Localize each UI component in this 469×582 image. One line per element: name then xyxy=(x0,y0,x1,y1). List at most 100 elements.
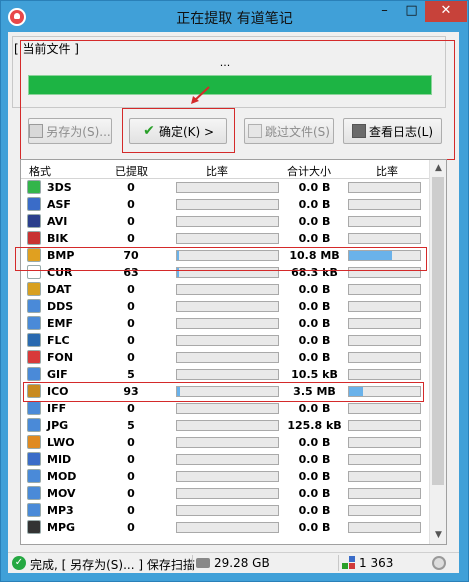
mod-icon xyxy=(27,469,41,483)
total-size: 0.0 B xyxy=(298,402,331,415)
table-row[interactable]: 3DS 0 0.0 B xyxy=(21,179,429,196)
mp3-icon xyxy=(27,503,41,517)
format-name: DDS xyxy=(47,300,74,313)
count-ratio-bar xyxy=(176,301,279,312)
format-name: MPG xyxy=(47,521,76,534)
table-row[interactable]: FLC 0 0.0 B xyxy=(21,332,429,349)
size-ratio-bar xyxy=(348,335,421,346)
view-log-label: 查看日志(L) xyxy=(368,124,434,139)
table-row[interactable]: FON 0 0.0 B xyxy=(21,349,429,366)
format-name: ASF xyxy=(47,198,71,211)
table-row[interactable]: MOD 0 0.0 B xyxy=(21,468,429,485)
count-ratio-bar xyxy=(176,420,279,431)
count-ratio-bar xyxy=(176,488,279,499)
table-row[interactable]: EMF 0 0.0 B xyxy=(21,315,429,332)
column-header-size-ratio[interactable]: 比率 xyxy=(376,163,398,179)
size-ratio-bar xyxy=(348,284,421,295)
total-size: 0.0 B xyxy=(298,198,331,211)
table-row[interactable]: MID 0 0.0 B xyxy=(21,451,429,468)
disk-space: 29.28 GB xyxy=(214,556,270,570)
table-row[interactable]: IFF 0 0.0 B xyxy=(21,400,429,417)
disk-icon xyxy=(196,558,210,568)
format-name: EMF xyxy=(47,317,73,330)
fon-icon xyxy=(27,350,41,364)
count-ratio-bar xyxy=(176,199,279,210)
size-ratio-bar xyxy=(348,216,421,227)
view-log-button[interactable]: 查看日志(L) xyxy=(343,118,442,144)
column-header-total-size[interactable]: 合计大小 xyxy=(287,163,331,179)
format-name: BIK xyxy=(47,232,69,245)
table-row[interactable]: LWO 0 0.0 B xyxy=(21,434,429,451)
extracted-count: 0 xyxy=(127,300,135,313)
table-row[interactable]: DDS 0 0.0 B xyxy=(21,298,429,315)
skip-file-button[interactable]: 跳过文件(S) xyxy=(244,118,334,144)
count-ratio-bar xyxy=(176,352,279,363)
size-ratio-bar xyxy=(348,318,421,329)
size-ratio-bar xyxy=(348,505,421,516)
gif-icon xyxy=(27,367,41,381)
total-size: 10.5 kB xyxy=(291,368,338,381)
extracted-count: 0 xyxy=(127,453,135,466)
extracted-count: 0 xyxy=(127,487,135,500)
column-header-ratio[interactable]: 比率 xyxy=(206,163,228,179)
format-name: FON xyxy=(47,351,74,364)
count-ratio-bar xyxy=(176,318,279,329)
3ds-icon xyxy=(27,180,41,194)
dds-icon xyxy=(27,299,41,313)
extracted-count: 5 xyxy=(127,419,135,432)
table-row[interactable]: AVI 0 0.0 B xyxy=(21,213,429,230)
count-ratio-bar xyxy=(176,233,279,244)
table-row[interactable]: MPG 0 0.0 B xyxy=(21,519,429,536)
scroll-down-icon[interactable]: ▼ xyxy=(430,527,446,544)
format-table: 格式 已提取 比率 合计大小 比率 3DS 0 0.0 B ASF 0 0.0 B AVI 0… xyxy=(20,159,447,545)
lwo-icon xyxy=(27,435,41,449)
size-ratio-bar xyxy=(348,454,421,465)
emf-icon xyxy=(27,316,41,330)
table-row[interactable]: MP3 0 0.0 B xyxy=(21,502,429,519)
scroll-up-icon[interactable]: ▲ xyxy=(430,160,446,177)
table-row[interactable]: BIK 0 0.0 B xyxy=(21,230,429,247)
extracted-count: 0 xyxy=(127,283,135,296)
extracted-count: 0 xyxy=(127,232,135,245)
status-separator xyxy=(338,555,339,571)
format-name: MOV xyxy=(47,487,76,500)
ok-button[interactable]: ✔ 确定(K) > xyxy=(129,118,227,144)
table-row[interactable]: ASF 0 0.0 B xyxy=(21,196,429,213)
count-ratio-bar xyxy=(176,522,279,533)
pointer-arrow-icon xyxy=(191,86,210,104)
title-bar[interactable]: 正在提取 有道笔记 – □ ✕ xyxy=(1,1,468,33)
total-size: 0.0 B xyxy=(298,181,331,194)
skip-file-label: 跳过文件(S) xyxy=(265,124,330,139)
total-size: 0.0 B xyxy=(298,232,331,245)
minimize-button[interactable]: – xyxy=(371,1,398,22)
format-name: FLC xyxy=(47,334,70,347)
table-row[interactable]: DAT 0 0.0 B xyxy=(21,281,429,298)
count-ratio-bar xyxy=(176,505,279,516)
extracted-count: 0 xyxy=(127,351,135,364)
format-name: MP3 xyxy=(47,504,74,517)
extracted-count: 5 xyxy=(127,368,135,381)
count-ratio-bar xyxy=(176,437,279,448)
count-ratio-bar xyxy=(176,471,279,482)
table-header: 格式 已提取 比率 合计大小 比率 xyxy=(21,160,429,179)
extracted-count: 0 xyxy=(127,504,135,517)
status-bar: ✓ 完成, [ 另存为(S)... ] 保存扫描 29.28 GB 1 363 xyxy=(8,552,459,573)
total-size: 125.8 kB xyxy=(287,419,342,432)
table-row[interactable]: JPG 5 125.8 kB xyxy=(21,417,429,434)
table-row[interactable]: MOV 0 0.0 B xyxy=(21,485,429,502)
size-ratio-bar xyxy=(348,471,421,482)
format-name: LWO xyxy=(47,436,75,449)
size-ratio-bar xyxy=(348,199,421,210)
total-size: 0.0 B xyxy=(298,436,331,449)
close-button[interactable]: ✕ xyxy=(425,1,467,22)
table-row[interactable]: GIF 5 10.5 kB xyxy=(21,366,429,383)
save-as-button[interactable]: 另存为(S)... xyxy=(28,118,112,144)
column-header-format[interactable]: 格式 xyxy=(29,163,51,179)
extracted-count: 0 xyxy=(127,334,135,347)
column-header-extracted[interactable]: 已提取 xyxy=(115,163,148,179)
scrollbar-thumb[interactable] xyxy=(432,177,444,485)
count-ratio-bar xyxy=(176,182,279,193)
total-size: 0.0 B xyxy=(298,215,331,228)
vertical-scrollbar[interactable]: ▲ ▼ xyxy=(429,160,446,544)
maximize-button[interactable]: □ xyxy=(398,1,425,22)
